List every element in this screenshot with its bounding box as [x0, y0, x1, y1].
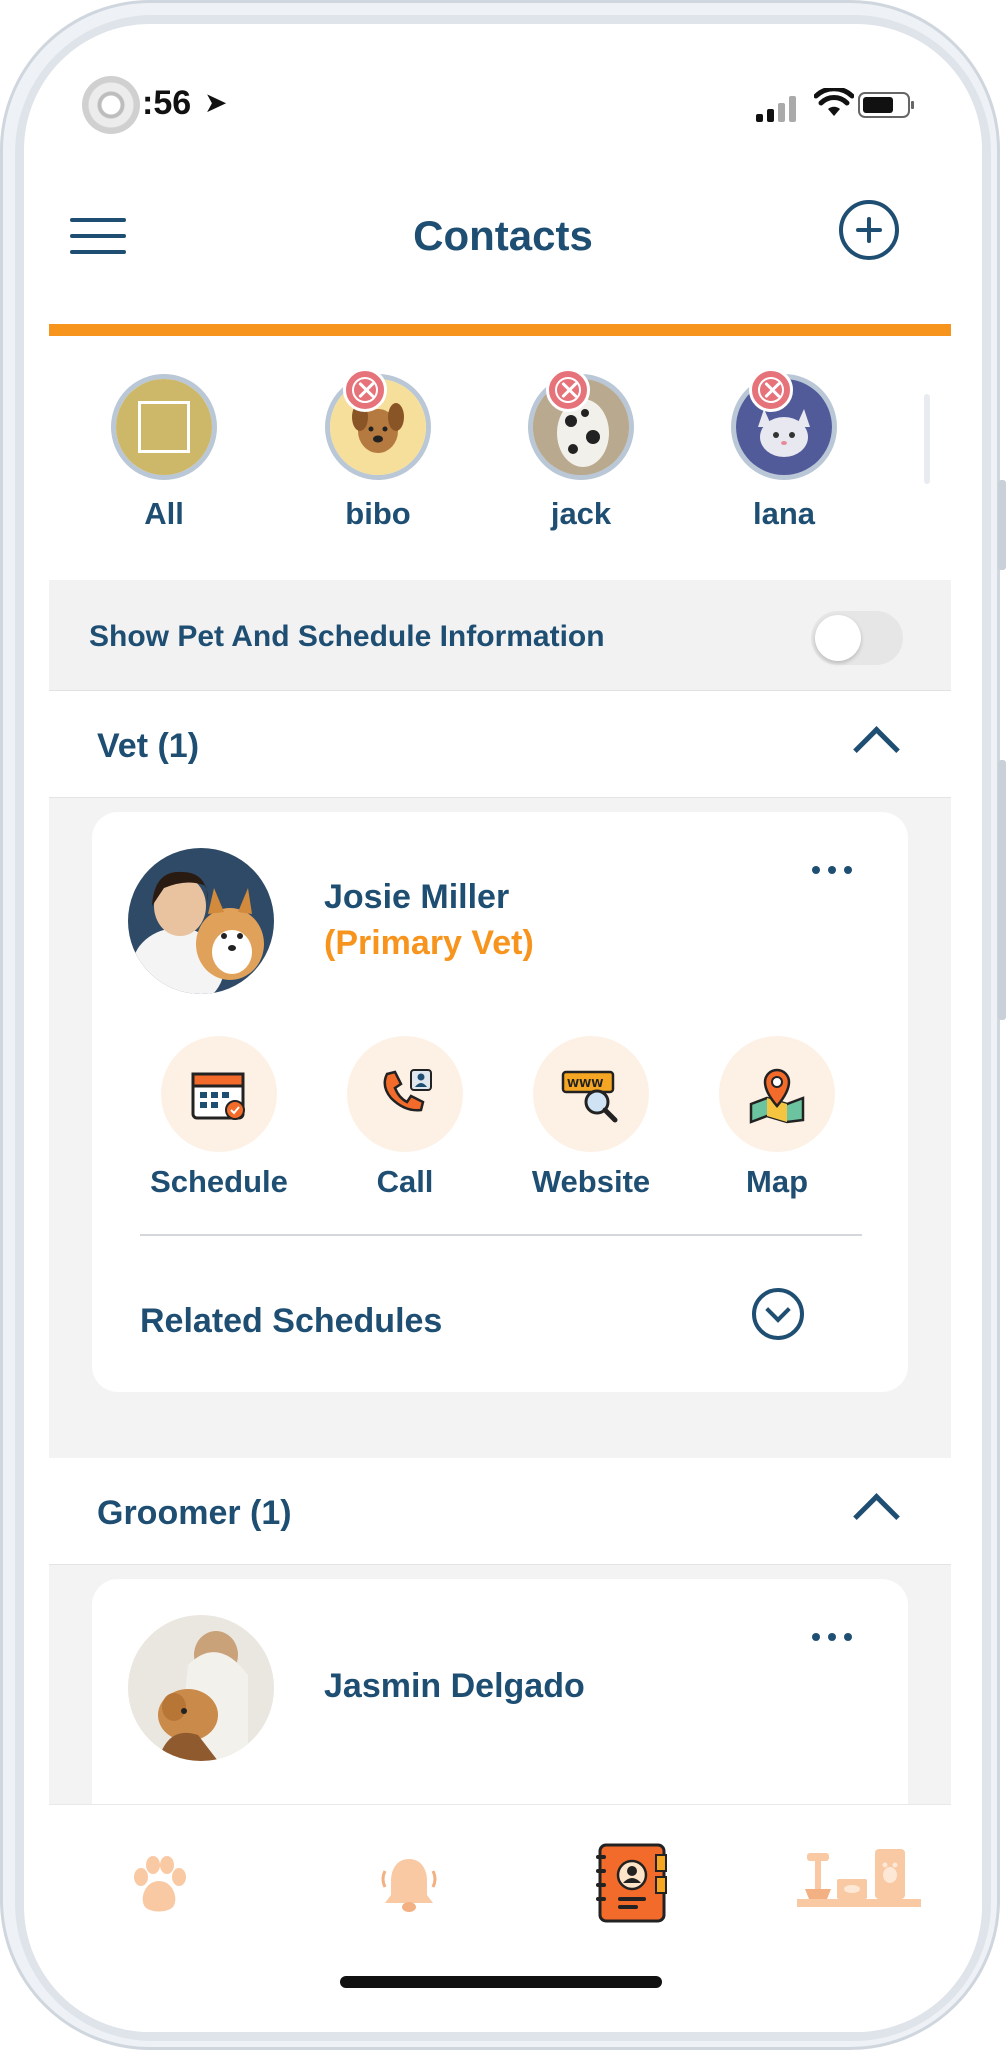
pet-filter-jack[interactable]: jack — [511, 368, 651, 532]
section-header-groomer[interactable]: Groomer (1) — [49, 1458, 951, 1566]
bottom-tab-bar — [49, 1804, 951, 2032]
map-action-button[interactable]: Map — [702, 1036, 852, 1200]
remove-pet-button[interactable] — [343, 368, 387, 412]
website-icon: WWW — [561, 1070, 618, 1123]
app-screen: :56 ➤ Contacts All bibo jack lana Show P… — [24, 24, 982, 2032]
pet-list-overflow-edge — [924, 394, 930, 484]
section-body-vet: Josie Miller (Primary Vet) Schedule Call… — [49, 798, 951, 1480]
status-time: :56 — [142, 84, 192, 122]
call-action-button[interactable]: Call — [330, 1036, 480, 1200]
action-label: Map — [746, 1164, 808, 1199]
contact-card: Josie Miller (Primary Vet) Schedule Call… — [92, 812, 908, 1392]
header-accent-bar — [49, 324, 951, 336]
section-body-groomer: Jasmin Delgado — [49, 1565, 951, 1839]
wifi-icon — [814, 88, 854, 116]
website-action-button[interactable]: WWW Website — [516, 1036, 666, 1200]
section-header-vet[interactable]: Vet (1) — [49, 691, 951, 799]
pet-name: lana — [752, 496, 816, 531]
action-label: Call — [376, 1164, 434, 1199]
svg-text:WWW: WWW — [567, 1077, 603, 1090]
pet-name: All — [144, 496, 184, 531]
bell-icon — [381, 1859, 437, 1912]
phone-icon — [383, 1069, 432, 1112]
action-label: Schedule — [150, 1164, 288, 1199]
tab-supplies[interactable] — [797, 1845, 921, 1916]
device-side-button — [998, 760, 1006, 1020]
related-schedules-label: Related Schedules — [140, 1302, 443, 1340]
more-options-icon[interactable] — [810, 854, 858, 884]
pet-name: bibo — [345, 496, 411, 531]
pet-name: jack — [550, 496, 612, 531]
pet-supplies-icon — [797, 1849, 921, 1907]
cellular-signal-icon — [756, 96, 800, 122]
card-divider — [140, 1234, 862, 1236]
assistive-touch-button[interactable] — [82, 76, 140, 134]
more-options-icon[interactable] — [810, 1621, 858, 1651]
device-side-button — [998, 480, 1006, 570]
chevron-up-icon[interactable] — [853, 726, 900, 773]
pet-filter-all[interactable]: All — [94, 374, 234, 532]
tab-contacts[interactable] — [594, 1841, 674, 1930]
chevron-up-icon[interactable] — [853, 1493, 900, 1540]
pet-schedule-info-row: Show Pet And Schedule Information — [49, 580, 951, 691]
pet-filter-lana[interactable]: lana — [714, 368, 854, 532]
contact-name: Jasmin Delgado — [324, 1667, 585, 1705]
tab-reminders[interactable] — [377, 1853, 441, 1922]
home-indicator — [340, 1976, 662, 1988]
pet-schedule-info-label: Show Pet And Schedule Information — [89, 620, 605, 653]
section-label: Vet (1) — [97, 727, 200, 765]
tab-pets[interactable] — [127, 1853, 191, 1922]
remove-pet-button[interactable] — [749, 368, 793, 412]
contact-name: Josie Miller — [324, 878, 510, 916]
battery-icon — [858, 92, 914, 118]
contact-card: Jasmin Delgado — [92, 1579, 908, 1839]
remove-pet-button[interactable] — [546, 368, 590, 412]
action-label: Website — [531, 1164, 651, 1199]
expand-related-schedules-icon[interactable] — [752, 1288, 804, 1340]
contact-photo — [128, 1615, 274, 1761]
page-title: Contacts — [413, 212, 593, 259]
section-label: Groomer (1) — [97, 1494, 292, 1532]
schedule-action-button[interactable]: Schedule — [144, 1036, 294, 1200]
calendar-icon — [191, 1072, 245, 1120]
contact-role: (Primary Vet) — [324, 924, 534, 962]
pet-filter-bibo[interactable]: bibo — [308, 368, 448, 532]
contact-photo — [128, 848, 274, 994]
pet-avatar — [111, 374, 217, 480]
contacts-book-icon — [596, 1843, 667, 1923]
map-icon — [749, 1068, 805, 1124]
paw-icon — [134, 1856, 186, 1912]
location-arrow-icon: ➤ — [204, 87, 228, 118]
add-contact-button[interactable] — [839, 200, 899, 260]
pet-schedule-info-toggle[interactable] — [811, 611, 903, 665]
